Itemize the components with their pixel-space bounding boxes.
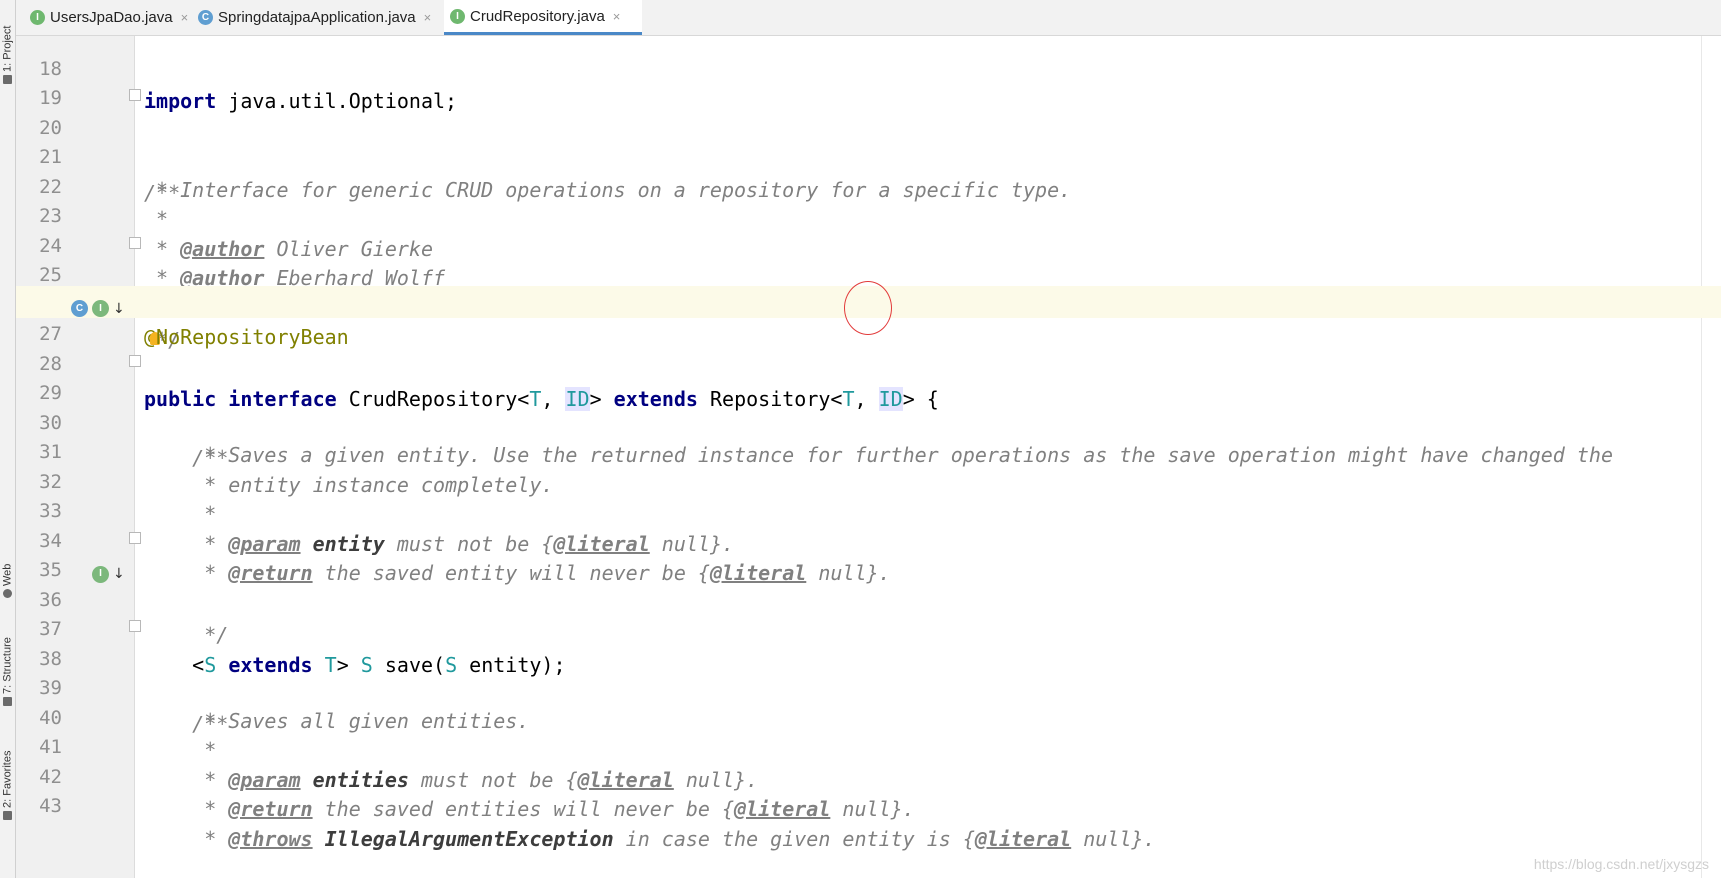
javadoc-tag: @return (228, 797, 313, 821)
code-line[interactable]: 36 I ↓ <S extends T> S save(S entity); (16, 551, 1721, 677)
project-tool-label: 1: Project (1, 25, 14, 72)
comment-text: * (144, 826, 229, 851)
fold-marker-icon[interactable] (129, 531, 141, 544)
tab-crudrepository[interactable]: I CrudRepository.java × (444, 0, 642, 35)
code-line[interactable]: 35 */ (16, 522, 1721, 647)
class-file-icon: C (198, 10, 213, 25)
close-tab-icon[interactable]: × (613, 9, 621, 24)
tab-label: SpringdatajpaApplication.java (218, 9, 416, 26)
star-icon (3, 811, 12, 820)
comment-text: the saved entities will never be { (312, 797, 735, 821)
code-line[interactable]: 31 * entity instance completely. (16, 404, 1721, 497)
comment-text: in case the given entity is { (613, 826, 975, 851)
favorites-tool-label: 2: Favorites (1, 750, 14, 808)
editor-tab-bar: I UsersJpaDao.java × C SpringdatajpaAppl… (16, 0, 1721, 36)
code-line[interactable]: 29 /** (16, 345, 1721, 470)
comment-text: * (144, 797, 229, 821)
code-line[interactable]: 25 */ (16, 227, 1721, 352)
code-line[interactable]: 43 * @throws IllegalArgumentException in… (16, 758, 1721, 851)
code-line[interactable]: 38 /** (16, 610, 1721, 736)
code-line[interactable]: 40 * (16, 669, 1721, 763)
comment-text: null}. (830, 797, 915, 821)
code-line[interactable]: 39 * Saves all given entities. (16, 640, 1721, 733)
javadoc-tag: @literal (974, 826, 1072, 851)
code-line[interactable]: 24 * @author Eberhard Wolff (16, 197, 1721, 291)
tab-springdatajpaapplication[interactable]: C SpringdatajpaApplication.java × (192, 0, 437, 35)
fold-marker-icon[interactable] (129, 620, 141, 632)
code-line[interactable]: 19 (16, 50, 1721, 109)
fold-marker-icon[interactable] (129, 354, 141, 367)
structure-tool-label: 7: Structure (1, 637, 14, 694)
interface-file-icon: I (450, 8, 465, 24)
code-line[interactable]: 20 /** (16, 79, 1721, 205)
code-line[interactable]: 42 * @return the saved entities will nev… (16, 728, 1721, 822)
line-number: 43 (39, 795, 62, 817)
tab-usersjpadao[interactable]: I UsersJpaDao.java × (24, 0, 194, 35)
watermark: https://blog.csdn.net/jxysgzs (1533, 856, 1709, 872)
comment-text (313, 827, 325, 851)
javadoc-tag: @throws (228, 826, 313, 851)
project-tool-tab[interactable]: 1: Project (0, 2, 15, 84)
tool-window-strip: 1: Project Web 7: Structure 2: Favorites (0, 0, 16, 878)
tab-label: CrudRepository.java (470, 7, 605, 25)
code-editor[interactable]: 18 import java.util.Optional; 19 20 /** … (16, 36, 1721, 878)
close-tab-icon[interactable]: × (181, 10, 189, 25)
comment-text: null}. (1071, 826, 1156, 851)
tab-label: UsersJpaDao.java (50, 9, 173, 26)
code-line[interactable]: 21 * Interface for generic CRUD operatio… (16, 109, 1721, 202)
favorites-tool-tab[interactable]: 2: Favorites (0, 728, 15, 820)
fold-marker-icon[interactable] (129, 236, 141, 249)
interface-file-icon: I (30, 10, 45, 25)
code-line[interactable]: 23 * @author Oliver Gierke (16, 168, 1721, 261)
globe-icon (3, 589, 12, 598)
code-line[interactable]: 37 (16, 581, 1721, 640)
javadoc-param-name: IllegalArgumentException (324, 826, 614, 851)
web-tool-tab[interactable]: Web (0, 548, 15, 598)
structure-tool-tab[interactable]: 7: Structure (0, 616, 15, 706)
folder-icon (3, 75, 12, 84)
fold-marker-icon[interactable] (129, 89, 141, 101)
red-circle-annotation (844, 281, 892, 335)
javadoc-tag: @literal (734, 797, 831, 821)
code-line[interactable]: 22 * (16, 138, 1721, 232)
structure-icon (3, 697, 12, 706)
code-line[interactable]: 41 * @param entities must not be {@liter… (16, 699, 1721, 792)
code-line[interactable]: 33 * @param entity must not be {@literal… (16, 463, 1721, 556)
code-line[interactable]: 34 * @return the saved entity will never… (16, 492, 1721, 586)
close-tab-icon[interactable]: × (424, 10, 432, 25)
web-tool-label: Web (1, 563, 14, 586)
code-line[interactable]: 32 * (16, 433, 1721, 527)
code-line[interactable]: 30 * Saves a given entity. Use the retur… (16, 374, 1721, 468)
